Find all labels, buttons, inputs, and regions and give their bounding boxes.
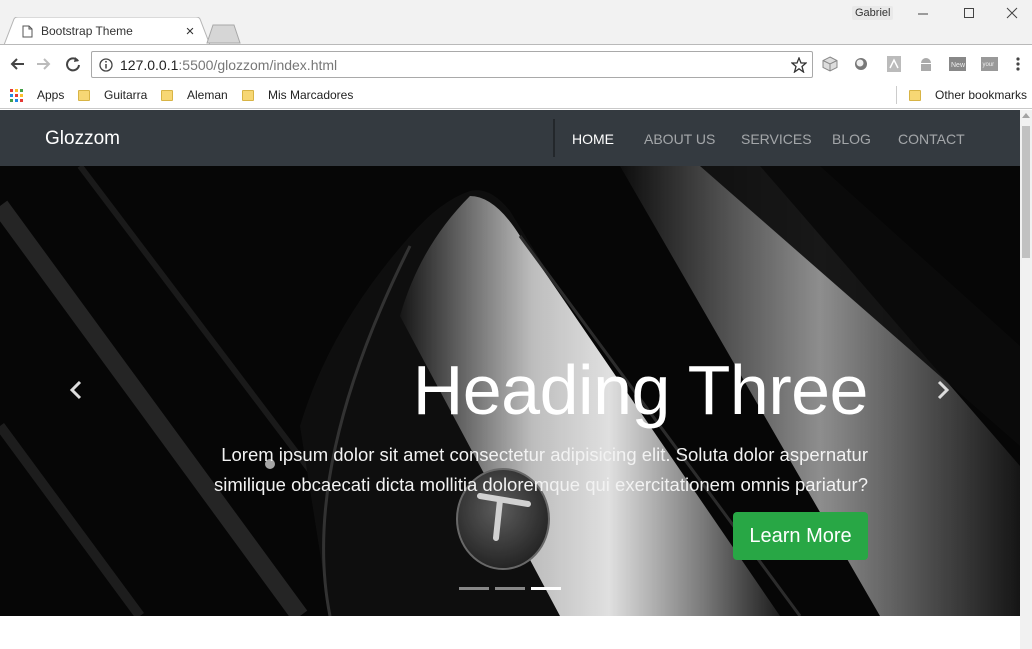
nav-link-blog[interactable]: BLOG: [832, 131, 871, 147]
extension-pdf-icon[interactable]: [885, 55, 903, 73]
carousel-indicator-2[interactable]: [495, 587, 525, 590]
nav-link-home[interactable]: HOME: [572, 131, 614, 147]
back-arrow-icon[interactable]: [6, 53, 28, 75]
extension-new-icon[interactable]: New: [948, 55, 966, 73]
svg-text:your: your: [983, 62, 995, 68]
address-bar[interactable]: 127.0.0.1:5500/glozzom/index.html: [91, 51, 813, 78]
scrollbar-thumb[interactable]: [1022, 126, 1030, 258]
bookmark-folder-aleman[interactable]: Aleman: [161, 88, 228, 102]
learn-more-button[interactable]: Learn More: [733, 512, 868, 560]
bookmark-label: Guitarra: [104, 88, 148, 102]
forward-arrow-icon[interactable]: [33, 53, 55, 75]
page-icon: [22, 25, 33, 37]
folder-icon: [161, 89, 173, 101]
reload-icon[interactable]: [62, 53, 84, 75]
close-window-icon[interactable]: [992, 2, 1032, 24]
page-scrollbar[interactable]: [1020, 110, 1032, 649]
extension-cube-icon[interactable]: [821, 55, 839, 73]
extension-circle-icon[interactable]: [852, 55, 870, 73]
svg-text:New: New: [951, 62, 966, 69]
new-tab-button[interactable]: [206, 24, 242, 44]
carousel-prev-icon[interactable]: [64, 378, 88, 402]
minimize-icon[interactable]: [900, 2, 946, 24]
bookmark-label: Mis Marcadores: [268, 88, 354, 102]
carousel-indicator-1[interactable]: [459, 587, 489, 590]
maximize-icon[interactable]: [946, 2, 992, 24]
browser-titlebar: Bootstrap Theme × Gabriel: [0, 0, 1032, 45]
site-navbar: Glozzom HOME ABOUT US SERVICES BLOG CONT…: [0, 110, 1020, 166]
browser-tab[interactable]: Bootstrap Theme ×: [22, 17, 198, 45]
bookmarks-bar: Apps Guitarra Aleman Mis Marcadores Othe…: [0, 82, 1032, 109]
url-text: 127.0.0.1:5500/glozzom/index.html: [120, 57, 338, 73]
bookmark-apps[interactable]: Apps: [10, 88, 64, 102]
carousel-indicators: [459, 587, 561, 590]
nav-link-contact[interactable]: CONTACT: [898, 131, 965, 147]
carousel-heading: Heading Three: [412, 351, 869, 429]
nav-link-services[interactable]: SERVICES: [741, 131, 812, 147]
bookmark-label: Aleman: [187, 88, 228, 102]
folder-icon: [242, 89, 254, 101]
browser-toolbar: 127.0.0.1:5500/glozzom/index.html New yo…: [0, 44, 1032, 82]
extension-your-icon[interactable]: your: [980, 55, 998, 73]
profile-name[interactable]: Gabriel: [852, 6, 894, 20]
apps-grid-icon: [10, 88, 23, 102]
bookmarks-divider: [896, 86, 897, 104]
info-icon[interactable]: [99, 58, 113, 72]
carousel-indicator-3[interactable]: [531, 587, 561, 590]
folder-icon: [909, 89, 921, 101]
hero-carousel: Heading Three Lorem ipsum dolor sit amet…: [0, 166, 1020, 616]
scroll-up-arrow-icon[interactable]: [1022, 113, 1030, 118]
tab-title: Bootstrap Theme: [41, 24, 133, 38]
page-viewport: Glozzom HOME ABOUT US SERVICES BLOG CONT…: [0, 110, 1020, 649]
carousel-text: Lorem ipsum dolor sit amet consectetur a…: [214, 444, 868, 495]
carousel-next-icon[interactable]: [931, 378, 955, 402]
bookmark-folder-guitarra[interactable]: Guitarra: [78, 88, 147, 102]
bookmark-star-icon[interactable]: [791, 57, 807, 73]
brand-logo[interactable]: Glozzom: [45, 128, 120, 150]
nav-link-about-us[interactable]: ABOUT US: [644, 131, 715, 147]
nav-divider: [553, 119, 555, 157]
bookmark-folder-mis-marcadores[interactable]: Mis Marcadores: [242, 88, 353, 102]
folder-icon: [78, 89, 90, 101]
tab-close-icon[interactable]: ×: [182, 23, 198, 40]
bookmark-label: Other bookmarks: [935, 88, 1028, 102]
bookmark-other-bookmarks[interactable]: Other bookmarks: [909, 88, 1027, 102]
extension-android-icon[interactable]: [917, 55, 935, 73]
bookmark-label: Apps: [37, 88, 65, 102]
menu-kebab-icon[interactable]: [1013, 55, 1023, 73]
